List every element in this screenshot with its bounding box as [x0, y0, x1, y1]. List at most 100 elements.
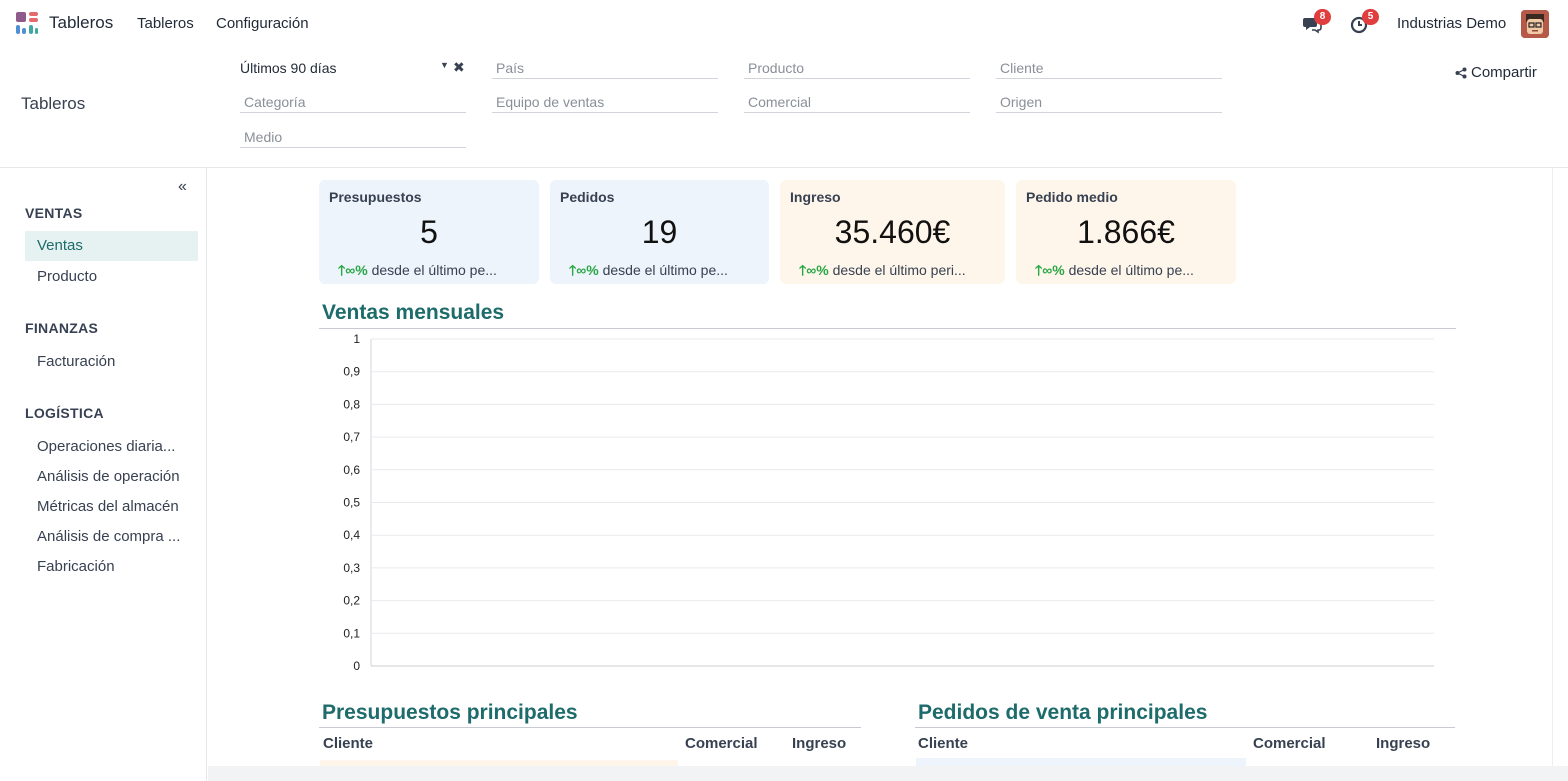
horizontal-scrollbar[interactable] — [208, 766, 1568, 781]
kpi-title: Pedidos — [560, 189, 615, 205]
filter-equipo-ventas-input[interactable] — [492, 91, 718, 112]
sidebar: « VENTAS Ventas Producto FINANZAS Factur… — [0, 168, 207, 781]
menu-tableros[interactable]: Tableros — [137, 15, 194, 32]
section-ventas-mensuales: Ventas mensuales — [322, 301, 505, 324]
kpi-pct: ∞% — [1042, 262, 1065, 278]
vertical-scrollbar[interactable] — [1552, 168, 1568, 781]
user-avatar[interactable] — [1521, 10, 1549, 38]
sidebar-item-facturacion[interactable]: Facturación — [25, 347, 198, 377]
y-tick-label: 0,8 — [343, 397, 360, 411]
control-panel: Tableros Últimos 90 días ▼ ✖ Compartir — [0, 47, 1568, 168]
sidebar-item-analisis-operacion[interactable]: Análisis de operación — [25, 462, 198, 492]
kpi-footer: 🡑∞% desde el último pe... — [569, 260, 758, 284]
filter-cliente[interactable] — [996, 57, 1222, 79]
table-row[interactable] — [916, 758, 1246, 766]
dashboard-main: Presupuestos 5 🡑∞% desde el último pe...… — [208, 168, 1552, 766]
kpi-value: 35.460€ — [834, 214, 951, 250]
messages-button[interactable]: 8 — [1302, 9, 1331, 34]
kpi-pct: ∞% — [576, 262, 599, 278]
y-tick-label: 0,2 — [343, 594, 360, 608]
app-brand[interactable]: Tableros — [49, 13, 113, 33]
filter-comercial[interactable] — [744, 91, 970, 113]
filter-categoria-input[interactable] — [240, 91, 466, 112]
kpi-title: Pedido medio — [1026, 189, 1118, 205]
top-navbar: Tableros Tableros Configuración 8 5 Indu… — [0, 0, 1568, 47]
share-button[interactable]: Compartir — [1455, 64, 1537, 81]
y-tick-label: 0,3 — [343, 561, 360, 575]
kpi-foot-text: desde el último pe... — [1068, 262, 1194, 278]
kpi-footer: 🡑∞% desde el último peri... — [799, 260, 994, 284]
apps-menu-icon[interactable] — [16, 12, 38, 34]
kpi-value: 5 — [420, 214, 438, 250]
y-tick-label: 0,4 — [343, 528, 360, 542]
filter-medio[interactable] — [240, 126, 466, 148]
monthly-sales-chart[interactable]: 0 0,1 0,2 0,3 0,4 0,5 0,6 0,7 0,8 0,9 1 — [318, 333, 1448, 673]
kpi-pedidos[interactable]: Pedidos 19 🡑∞% desde el último pe... — [550, 180, 769, 284]
filter-cliente-input[interactable] — [996, 57, 1222, 78]
y-tick-label: 0,5 — [343, 496, 360, 510]
menu-configuracion[interactable]: Configuración — [216, 15, 309, 32]
kpi-pct: ∞% — [345, 262, 368, 278]
kpi-value: 19 — [641, 214, 678, 250]
date-filter-value: Últimos 90 días — [240, 60, 337, 76]
filter-producto-input[interactable] — [744, 57, 970, 78]
kpi-pct: ∞% — [806, 262, 829, 278]
kpi-value: 1.866€ — [1077, 214, 1175, 250]
kpi-ingreso[interactable]: Ingreso 35.460€ 🡑∞% desde el último peri… — [780, 180, 1005, 284]
filter-equipo-ventas[interactable] — [492, 91, 718, 113]
share-label: Compartir — [1471, 64, 1537, 81]
orders-col-ingreso[interactable]: Ingreso — [1376, 735, 1430, 752]
orders-col-comercial[interactable]: Comercial — [1253, 735, 1326, 752]
quotes-col-ingreso[interactable]: Ingreso — [792, 735, 846, 752]
filter-producto[interactable] — [744, 57, 970, 79]
y-tick-label: 0,9 — [343, 365, 360, 379]
sidebar-item-fabricacion[interactable]: Fabricación — [25, 552, 198, 582]
quotes-col-comercial[interactable]: Comercial — [685, 735, 758, 752]
y-tick-label: 1 — [353, 333, 360, 346]
orders-col-cliente[interactable]: Cliente — [918, 735, 968, 752]
kpi-foot-text: desde el último pe... — [602, 262, 728, 278]
sidebar-section-logistica: LOGÍSTICA — [25, 405, 104, 421]
kpi-foot-text: desde el último pe... — [371, 262, 497, 278]
y-tick-label: 0,7 — [343, 430, 360, 444]
company-switcher[interactable]: Industrias Demo — [1397, 15, 1506, 32]
activities-button[interactable]: 5 — [1350, 9, 1379, 34]
filter-categoria[interactable] — [240, 91, 466, 113]
share-icon — [1455, 67, 1467, 78]
kpi-title: Ingreso — [790, 189, 841, 205]
sidebar-section-finanzas: FINANZAS — [25, 320, 99, 336]
kpi-pedido-medio[interactable]: Pedido medio 1.866€ 🡑∞% desde el último … — [1016, 180, 1236, 284]
sidebar-item-metricas-almacen[interactable]: Métricas del almacén — [25, 492, 198, 522]
kpi-footer: 🡑∞% desde el último pe... — [1035, 260, 1225, 284]
divider — [915, 727, 1455, 728]
filter-pais[interactable] — [492, 57, 718, 79]
page-title: Tableros — [21, 94, 86, 113]
sidebar-item-ventas[interactable]: Ventas — [25, 231, 198, 261]
y-tick-label: 0,1 — [343, 626, 360, 640]
kpi-presupuestos[interactable]: Presupuestos 5 🡑∞% desde el último pe... — [319, 180, 539, 284]
sidebar-item-operaciones-diarias[interactable]: Operaciones diaria... — [25, 432, 198, 462]
filter-origen-input[interactable] — [996, 91, 1222, 112]
filter-medio-input[interactable] — [240, 126, 466, 147]
clear-icon[interactable]: ✖ — [453, 59, 465, 76]
date-filter[interactable]: Últimos 90 días ▼ ✖ — [240, 57, 466, 81]
filter-comercial-input[interactable] — [744, 91, 970, 112]
quotes-col-cliente[interactable]: Cliente — [323, 735, 373, 752]
filter-pais-input[interactable] — [492, 57, 718, 78]
collapse-sidebar-icon[interactable]: « — [178, 178, 187, 196]
section-pedidos-venta-principales: Pedidos de venta principales — [918, 701, 1208, 724]
sidebar-section-ventas: VENTAS — [25, 205, 83, 221]
y-tick-label: 0,6 — [343, 463, 360, 477]
messages-badge: 8 — [1314, 9, 1331, 25]
caret-down-icon[interactable]: ▼ — [440, 60, 449, 70]
y-tick-label: 0 — [353, 659, 360, 673]
kpi-footer: 🡑∞% desde el último pe... — [338, 260, 528, 284]
divider — [319, 727, 861, 728]
filter-origen[interactable] — [996, 91, 1222, 113]
divider — [319, 328, 1456, 329]
kpi-foot-text: desde el último peri... — [832, 262, 966, 278]
activities-badge: 5 — [1362, 9, 1379, 25]
sidebar-item-analisis-compra[interactable]: Análisis de compra ... — [25, 522, 198, 552]
avatar-image — [1521, 10, 1549, 38]
sidebar-item-producto[interactable]: Producto — [25, 262, 198, 292]
